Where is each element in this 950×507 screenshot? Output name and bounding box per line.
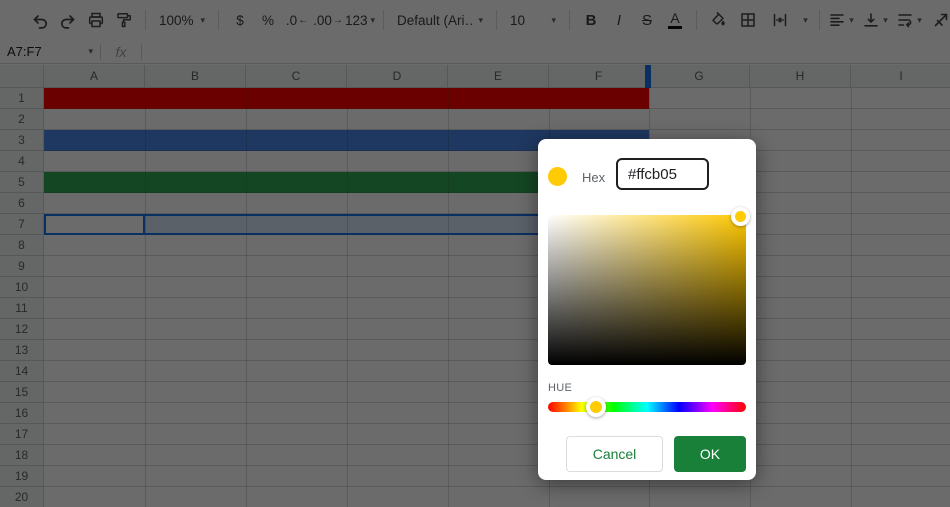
modal-scrim [0, 0, 950, 507]
google-sheets-window: 100% ▾ $ % .0← .00→ 123▾ Default (Ari… ▾… [0, 0, 950, 507]
hue-slider[interactable] [548, 402, 746, 412]
hue-label: HUE [548, 382, 572, 394]
color-preview-swatch [548, 167, 567, 186]
hex-input[interactable] [616, 158, 709, 190]
hex-label: Hex [582, 170, 605, 185]
dialog-buttons: Cancel OK [538, 436, 746, 472]
saturation-value-panel[interactable] [548, 215, 746, 365]
sv-handle[interactable] [731, 207, 750, 226]
custom-color-dialog: Hex HUE Cancel OK [538, 139, 756, 480]
hue-handle[interactable] [586, 397, 606, 417]
ok-button[interactable]: OK [674, 436, 746, 472]
cancel-button[interactable]: Cancel [566, 436, 663, 472]
